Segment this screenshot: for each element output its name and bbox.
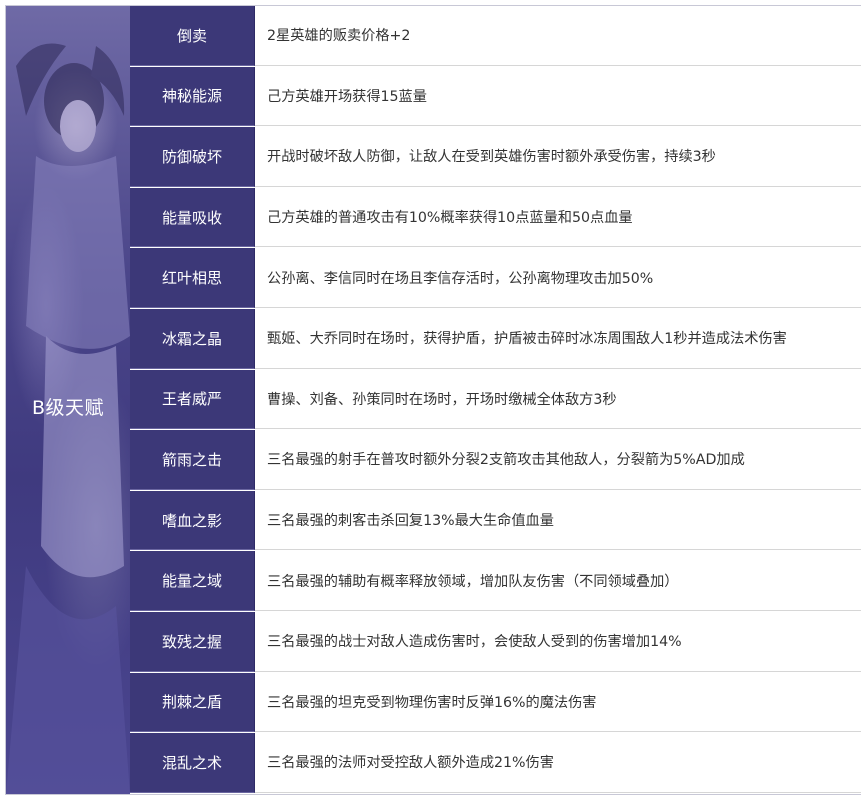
talent-name: 神秘能源	[130, 66, 255, 127]
talent-table: 倒卖 2星英雄的贩卖价格+2 神秘能源 己方英雄开场获得15蓝量 防御破坏 开战…	[130, 6, 861, 794]
category-label: B级天赋	[31, 397, 105, 419]
table-row: 冰霜之晶 甄姬、大乔同时在场时，获得护盾，护盾被击碎时冰冻周围敌人1秒并造成法术…	[130, 308, 861, 370]
talent-description: 曹操、刘备、孙策同时在场时，开场时缴械全体敌方3秒	[255, 369, 861, 430]
table-row: 红叶相思 公孙离、李信同时在场且李信存活时，公孙离物理攻击加50%	[130, 248, 861, 309]
talent-description: 三名最强的射手在普攻时额外分裂2支箭攻击其他敌人，分裂箭为5%AD加成	[255, 430, 861, 490]
table-row: 倒卖 2星英雄的贩卖价格+2	[130, 6, 861, 67]
talent-description: 2星英雄的贩卖价格+2	[255, 6, 861, 66]
table-row: 嗜血之影 三名最强的刺客击杀回复13%最大生命值血量	[130, 490, 861, 552]
talent-name: 倒卖	[130, 6, 255, 66]
talent-name: 王者威严	[130, 369, 255, 430]
talent-description: 开战时破坏敌人防御，让敌人在受到英雄伤害时额外承受伤害，持续3秒	[255, 127, 861, 187]
table-row: 能量吸收 己方英雄的普通攻击有10%概率获得10点蓝量和50点血量	[130, 187, 861, 249]
talent-description: 己方英雄开场获得15蓝量	[255, 66, 861, 127]
category-cell: B级天赋	[6, 6, 130, 794]
talent-name: 能量之域	[130, 551, 255, 611]
talent-description: 三名最强的刺客击杀回复13%最大生命值血量	[255, 490, 861, 551]
table-row: 神秘能源 己方英雄开场获得15蓝量	[130, 66, 861, 128]
talent-description: 甄姬、大乔同时在场时，获得护盾，护盾被击碎时冰冻周围敌人1秒并造成法术伤害	[255, 308, 861, 369]
table-row: 能量之域 三名最强的辅助有概率释放领域，增加队友伤害（不同领域叠加）	[130, 551, 861, 612]
talent-name: 能量吸收	[130, 187, 255, 248]
talent-description: 三名最强的战士对敌人造成伤害时，会使敌人受到的伤害增加14%	[255, 611, 861, 672]
talent-description: 三名最强的辅助有概率释放领域，增加队友伤害（不同领域叠加）	[255, 551, 861, 611]
talent-name: 荆棘之盾	[130, 672, 255, 733]
talent-name: 防御破坏	[130, 127, 255, 187]
talent-name: 冰霜之晶	[130, 308, 255, 369]
table-row: 致残之握 三名最强的战士对敌人造成伤害时，会使敌人受到的伤害增加14%	[130, 611, 861, 673]
talent-name: 嗜血之影	[130, 490, 255, 551]
talent-description: 三名最强的法师对受控敌人额外造成21%伤害	[255, 733, 861, 793]
table-row: 混乱之术 三名最强的法师对受控敌人额外造成21%伤害	[130, 733, 861, 794]
table-row: 王者威严 曹操、刘备、孙策同时在场时，开场时缴械全体敌方3秒	[130, 369, 861, 431]
talent-name: 致残之握	[130, 611, 255, 672]
talent-description: 公孙离、李信同时在场且李信存活时，公孙离物理攻击加50%	[255, 248, 861, 308]
talent-description: 三名最强的坦克受到物理伤害时反弹16%的魔法伤害	[255, 672, 861, 733]
table-row: 防御破坏 开战时破坏敌人防御，让敌人在受到英雄伤害时额外承受伤害，持续3秒	[130, 127, 861, 188]
talent-name: 箭雨之击	[130, 430, 255, 490]
table-row: 箭雨之击 三名最强的射手在普攻时额外分裂2支箭攻击其他敌人，分裂箭为5%AD加成	[130, 430, 861, 491]
table-row: 荆棘之盾 三名最强的坦克受到物理伤害时反弹16%的魔法伤害	[130, 672, 861, 734]
talent-name: 红叶相思	[130, 248, 255, 308]
talent-description: 己方英雄的普通攻击有10%概率获得10点蓝量和50点血量	[255, 187, 861, 248]
talent-name: 混乱之术	[130, 733, 255, 793]
